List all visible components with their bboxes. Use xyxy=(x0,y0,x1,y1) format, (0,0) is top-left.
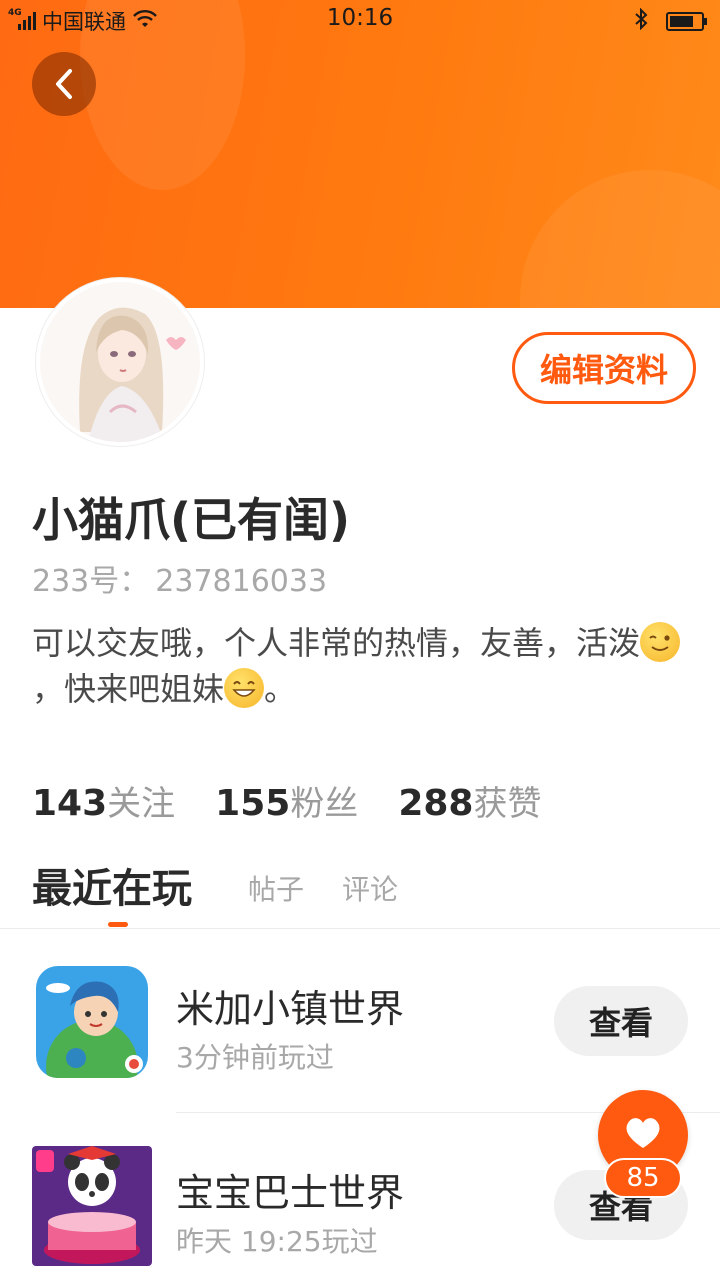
tab-recently-played[interactable]: 最近在玩 xyxy=(32,856,192,914)
last-played-time: 昨天 19:25玩过 xyxy=(176,1225,378,1258)
tab-posts[interactable]: 帖子 xyxy=(248,868,304,908)
clock: 10:16 xyxy=(326,5,394,31)
view-game-button[interactable]: 查看 xyxy=(554,986,688,1056)
status-bar: 4G 中国联通 10:16 xyxy=(0,0,720,40)
user-id-value: 237816033 xyxy=(155,564,328,599)
user-id-label: 233号： xyxy=(32,564,150,599)
stat-count: 155 xyxy=(215,783,291,824)
back-button[interactable] xyxy=(32,52,96,116)
last-played-time: 3分钟前玩过 xyxy=(176,1041,334,1074)
bluetooth-icon xyxy=(634,7,648,35)
grinning-face-icon xyxy=(224,668,265,708)
profile-header-background xyxy=(0,0,720,308)
game-title: 宝宝巴士世界 xyxy=(176,1171,405,1215)
stat-followers[interactable]: 155粉丝 xyxy=(215,776,358,825)
winking-face-icon xyxy=(640,622,681,662)
header-decoration xyxy=(520,170,720,308)
game-icon xyxy=(36,966,148,1078)
avatar[interactable] xyxy=(36,278,204,446)
tab-comments[interactable]: 评论 xyxy=(342,868,398,908)
like-count-badge: 85 xyxy=(604,1158,682,1198)
game-icon xyxy=(32,1146,152,1266)
game-title: 米加小镇世界 xyxy=(176,987,405,1031)
stat-count: 143 xyxy=(32,783,108,824)
stat-label: 获赞 xyxy=(473,784,542,824)
battery-icon xyxy=(666,12,707,31)
divider xyxy=(0,928,720,929)
bio-text: 可以交友哦，个人非常的热情，友善，活泼 xyxy=(32,624,641,662)
user-id: 233号： 237816033 xyxy=(32,556,327,600)
stat-label: 关注 xyxy=(107,784,176,824)
list-item[interactable]: 米加小镇世界 3分钟前玩过 查看 xyxy=(0,940,720,1120)
user-bio: 可以交友哦，个人非常的热情，友善，活泼 ，快来吧姐妹 。 xyxy=(32,620,682,712)
profile-tabs: 最近在玩 帖子 评论 xyxy=(32,856,692,928)
stat-label: 粉丝 xyxy=(290,784,359,824)
heart-icon xyxy=(626,1118,660,1148)
bio-text: 。 xyxy=(264,670,297,708)
stat-following[interactable]: 143关注 xyxy=(32,776,175,825)
stat-likes[interactable]: 288获赞 xyxy=(398,776,541,825)
bio-text: ，快来吧姐妹 xyxy=(32,670,225,708)
username: 小猫爪(已有闺) xyxy=(32,493,351,547)
tab-active-indicator xyxy=(108,922,128,927)
chevron-left-icon xyxy=(56,69,72,99)
stat-count: 288 xyxy=(398,783,474,824)
edit-profile-button[interactable]: 编辑资料 xyxy=(512,332,696,404)
profile-stats: 143关注 155粉丝 288获赞 xyxy=(32,776,541,825)
